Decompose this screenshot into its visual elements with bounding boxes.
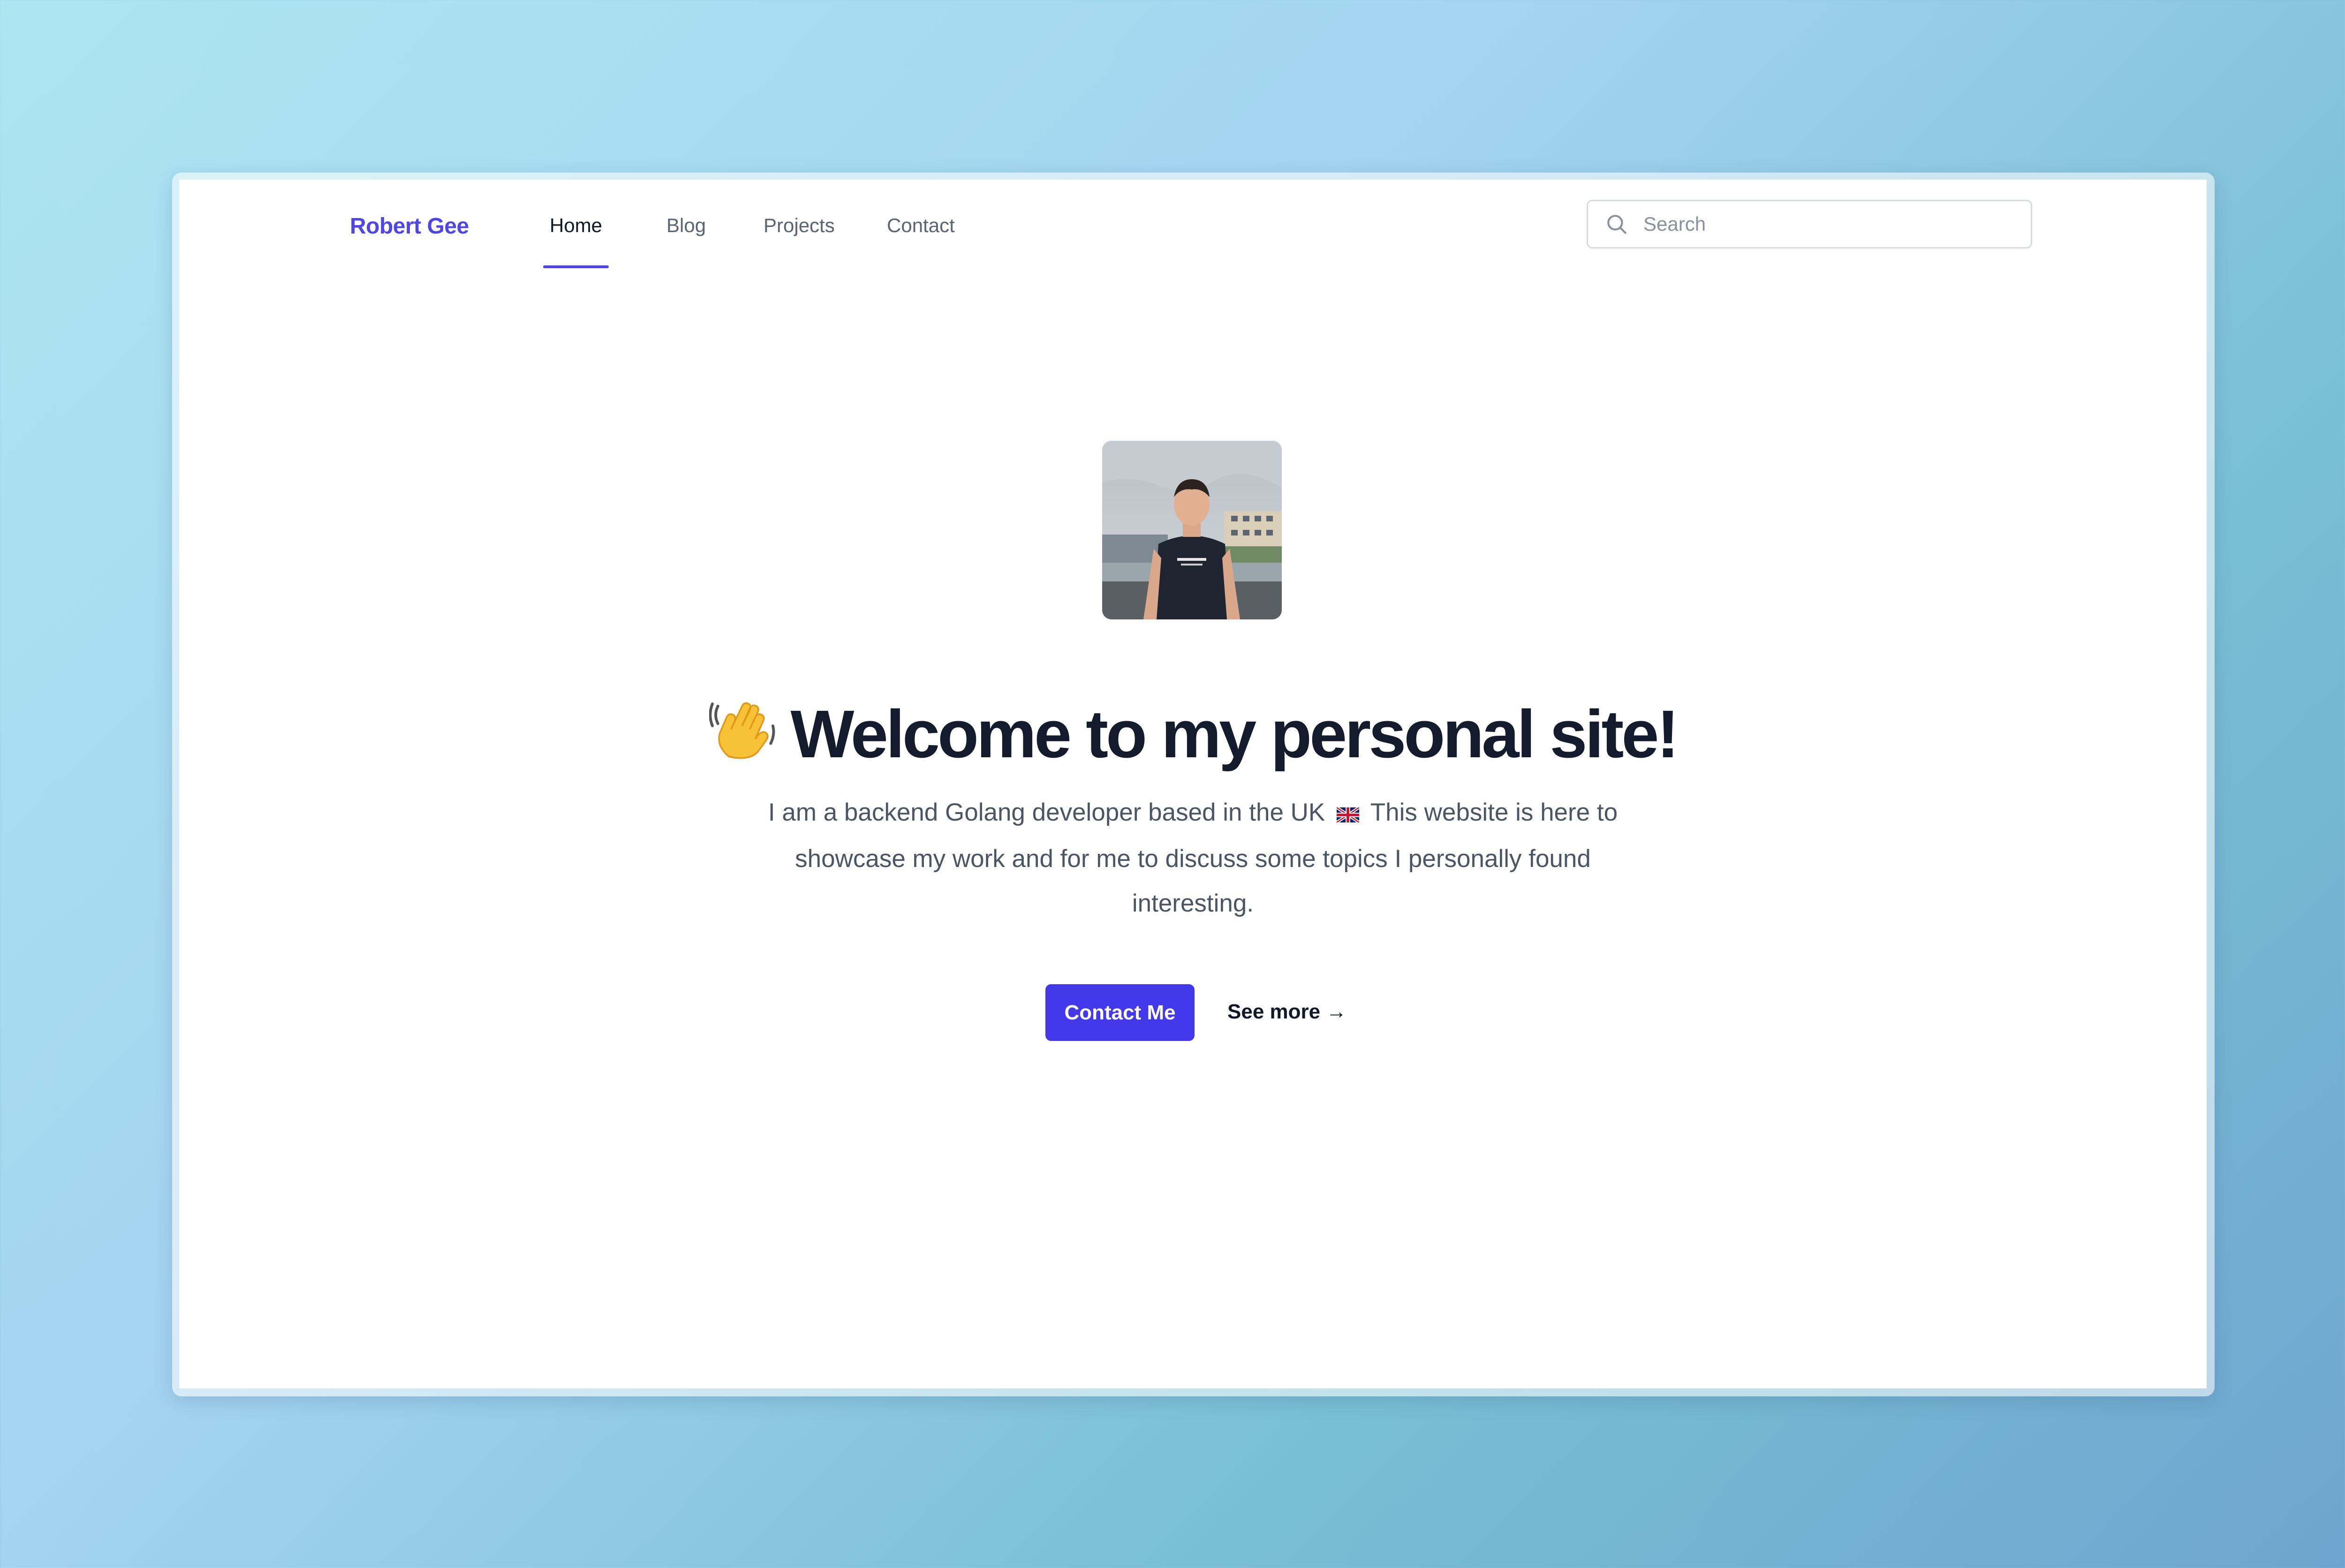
search-icon: [1605, 212, 1628, 236]
nav-tab-projects[interactable]: Projects: [764, 214, 835, 237]
intro-paragraph: I am a backend Golang developer based in…: [765, 790, 1620, 926]
webpage: Robert Gee Home Blog Projects Contact Se…: [179, 180, 2207, 1388]
site-logo-text[interactable]: Robert Gee: [350, 213, 469, 239]
nav-tab-home[interactable]: Home: [550, 214, 602, 237]
active-tab-indicator: [543, 265, 609, 268]
browser-window-frame: Robert Gee Home Blog Projects Contact Se…: [172, 173, 2215, 1396]
search-input[interactable]: [1642, 212, 2010, 236]
contact-me-button[interactable]: Contact Me: [1045, 984, 1195, 1041]
search-box[interactable]: [1587, 200, 2032, 249]
intro-text-part1: I am a backend Golang developer based in…: [768, 799, 1325, 826]
see-more-link[interactable]: See more →: [1227, 1000, 1346, 1024]
uk-flag-icon: [1336, 792, 1360, 837]
headline-text: Welcome to my personal site!: [790, 696, 1679, 772]
waving-hand-icon: [708, 691, 779, 777]
nav-tab-blog[interactable]: Blog: [666, 214, 706, 237]
welcome-heading: Welcome to my personal site!: [179, 691, 2207, 777]
profile-photo: [1102, 441, 1282, 619]
nav-tab-contact[interactable]: Contact: [887, 214, 955, 237]
